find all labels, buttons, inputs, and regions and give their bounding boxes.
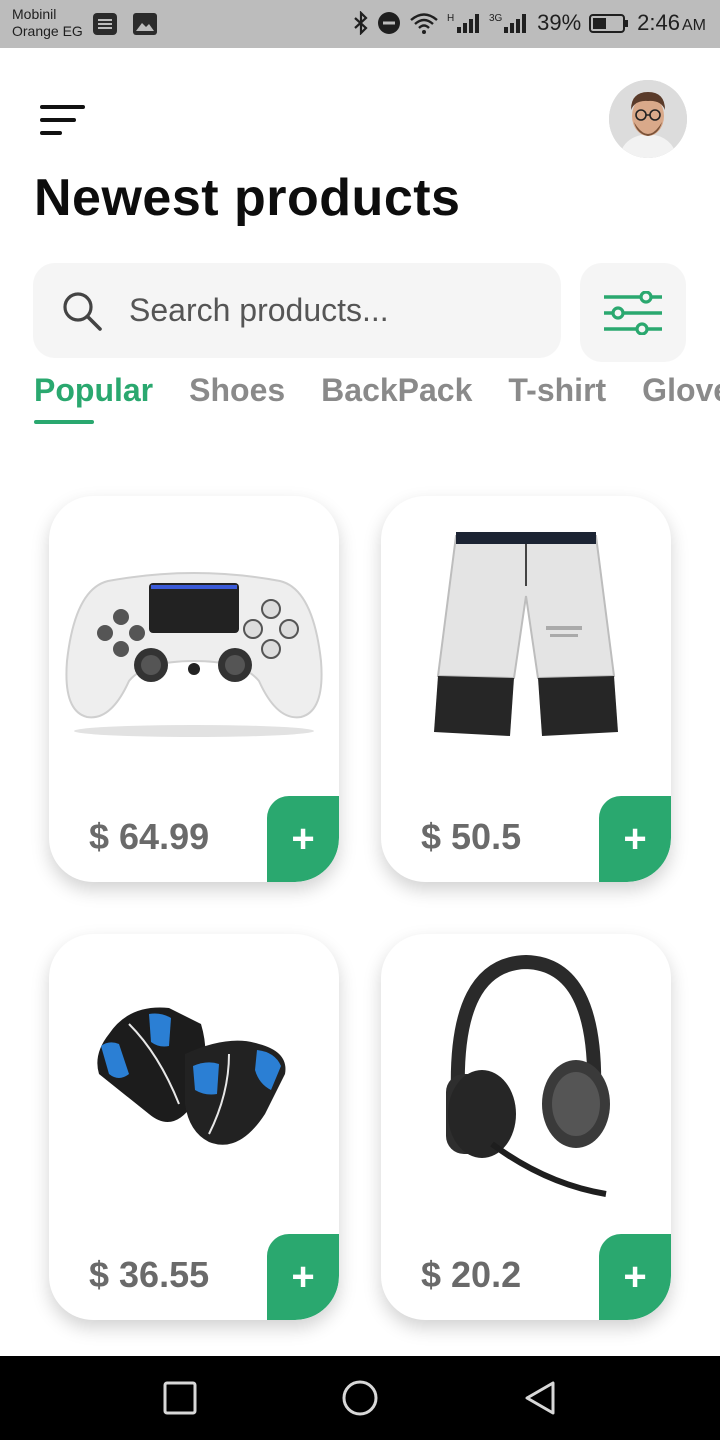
back-button-icon[interactable] <box>522 1380 558 1416</box>
product-image <box>49 934 339 1224</box>
product-image <box>381 496 671 786</box>
shorts-icon <box>434 532 618 736</box>
product-image <box>381 934 671 1224</box>
add-to-cart-button[interactable]: + <box>267 796 339 882</box>
svg-text:3G: 3G <box>489 13 503 24</box>
filter-button[interactable] <box>580 263 686 362</box>
signal-h-icon: H <box>447 13 480 33</box>
battery-icon <box>589 14 629 33</box>
tab-backpack[interactable]: BackPack <box>321 370 472 428</box>
clock: 2:46 AM <box>637 10 706 36</box>
menu-icon <box>40 105 85 135</box>
svg-text:H: H <box>447 13 454 24</box>
gallery-icon <box>133 13 157 35</box>
product-card-gloves[interactable]: $ 36.55 + <box>49 934 339 1320</box>
game-controller-icon <box>65 572 323 737</box>
carrier-name: Mobinil Orange EG <box>12 6 83 40</box>
search-bar[interactable] <box>33 263 561 358</box>
cycling-gloves-icon <box>97 1007 286 1145</box>
tab-shoes[interactable]: Shoes <box>189 370 285 428</box>
carrier-line-1: Mobinil <box>12 6 57 22</box>
headphones-icon <box>446 954 610 1197</box>
wifi-icon <box>410 13 438 34</box>
tab-gloves[interactable]: Gloves <box>642 370 720 428</box>
carrier-line-2: Orange EG <box>12 23 83 39</box>
add-to-cart-button[interactable]: + <box>599 1234 671 1320</box>
recent-apps-button-icon[interactable] <box>162 1380 198 1416</box>
product-card-controller[interactable]: $ 64.99 + <box>49 496 339 882</box>
status-bar: Mobinil Orange EG H 3G 39% 2:46 AM <box>0 0 720 48</box>
product-card-shorts[interactable]: $ 50.5 + <box>381 496 671 882</box>
home-button-icon[interactable] <box>342 1380 378 1416</box>
clock-time: 2:46 <box>637 10 680 35</box>
system-navigation-bar <box>0 1356 720 1440</box>
page-title: Newest products <box>34 169 461 227</box>
clock-ampm: AM <box>682 17 706 34</box>
add-to-cart-button[interactable]: + <box>599 796 671 882</box>
product-card-headphones[interactable]: $ 20.2 + <box>381 934 671 1320</box>
filter-sliders-icon <box>604 290 662 335</box>
signal-3g-icon: 3G <box>489 13 527 33</box>
tab-popular[interactable]: Popular <box>34 370 153 428</box>
search-icon <box>63 291 102 331</box>
add-to-cart-button[interactable]: + <box>267 1234 339 1320</box>
menu-button[interactable] <box>40 104 86 138</box>
search-input[interactable] <box>127 291 531 330</box>
product-image <box>49 496 339 786</box>
avatar[interactable] <box>609 80 687 158</box>
user-photo-icon <box>609 80 687 158</box>
notes-icon <box>93 13 117 35</box>
do-not-disturb-icon <box>378 12 401 34</box>
product-price: $ 36.55 <box>89 1254 210 1295</box>
product-price: $ 20.2 <box>421 1254 522 1295</box>
battery-percent: 39% <box>537 10 582 35</box>
product-price: $ 50.5 <box>421 816 522 857</box>
tab-tshirt[interactable]: T-shirt <box>508 370 606 428</box>
category-tabs: Popular Shoes BackPack T-shirt Gloves <box>34 370 720 430</box>
bluetooth-icon <box>354 11 368 35</box>
product-price: $ 64.99 <box>89 816 210 857</box>
